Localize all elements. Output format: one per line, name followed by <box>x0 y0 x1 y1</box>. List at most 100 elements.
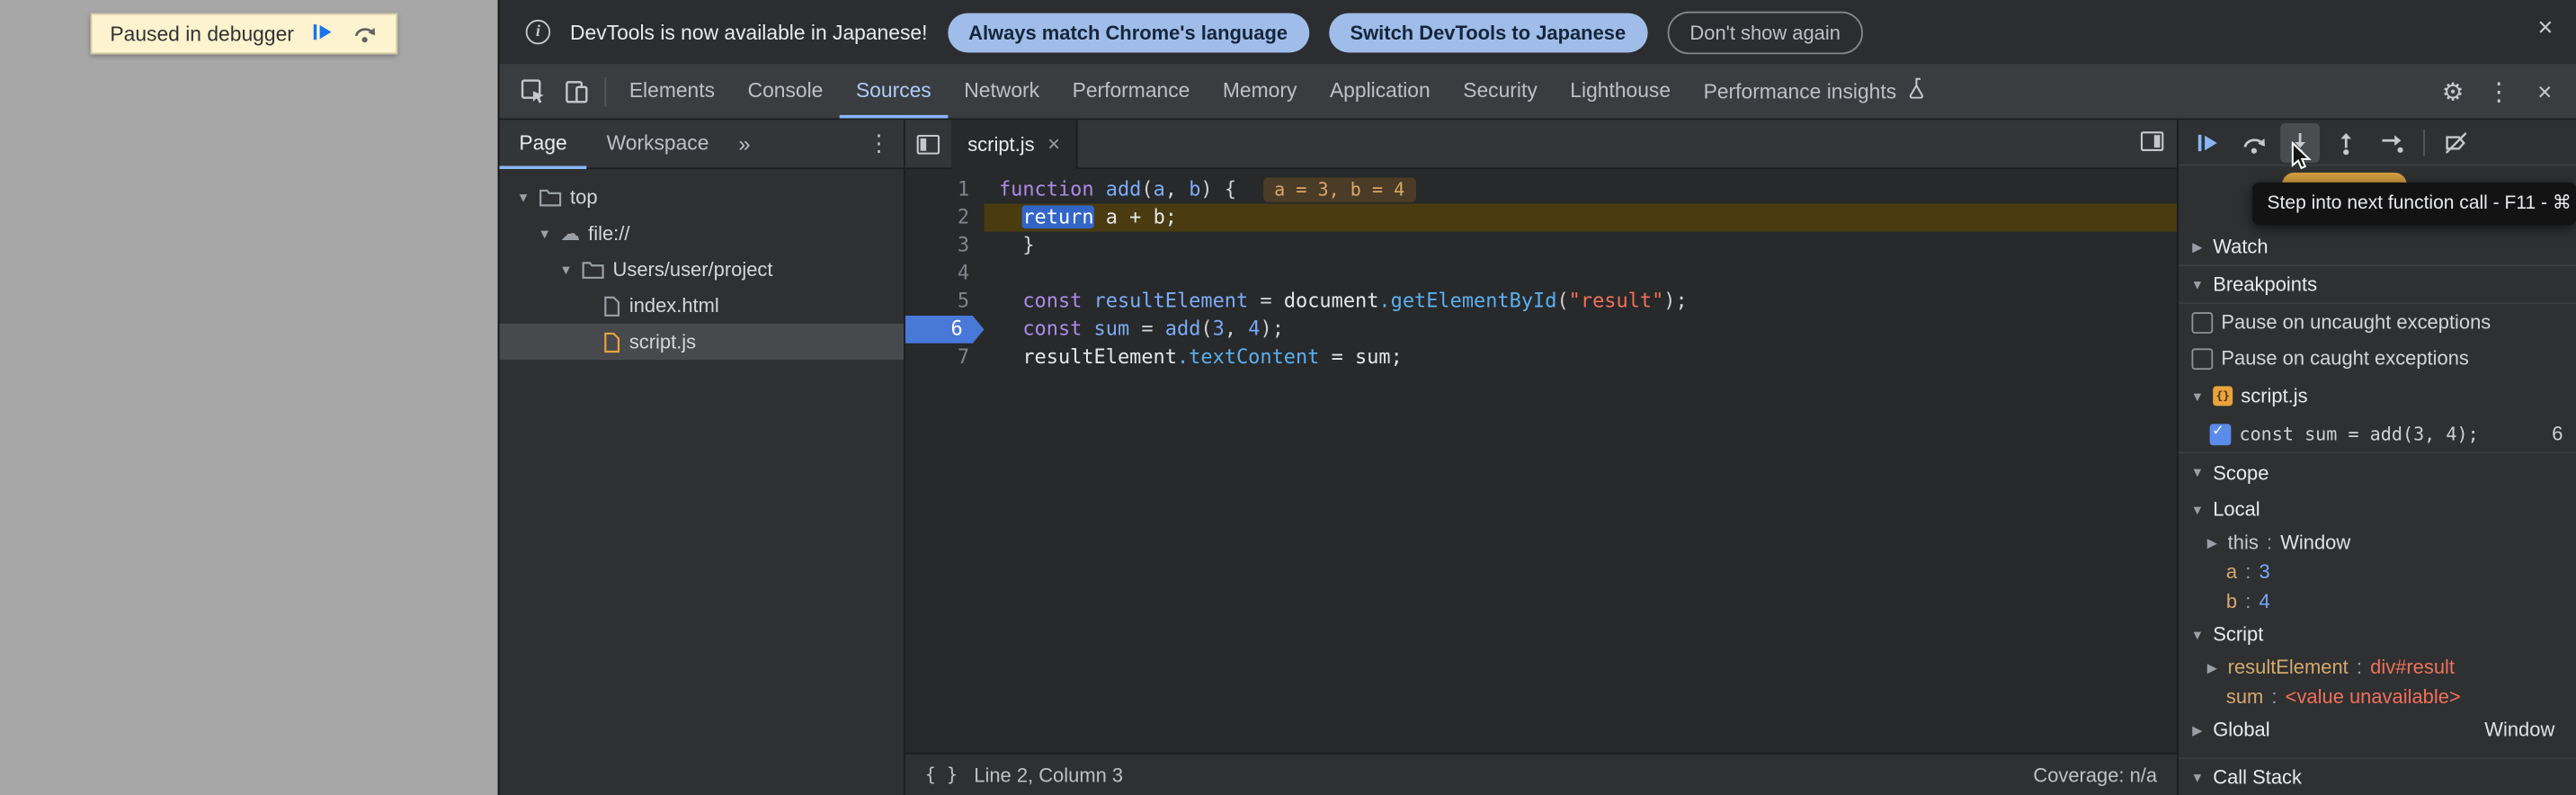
switch-devtools-japanese-button[interactable]: Switch DevTools to Japanese <box>1329 13 1647 52</box>
tree-item-label: script.js <box>629 330 696 353</box>
checkbox-unchecked[interactable] <box>2191 347 2213 369</box>
line-number[interactable]: 5 <box>905 288 985 316</box>
scope-group-global[interactable]: ▶ Global Window <box>2179 711 2576 747</box>
paused-banner-label: Paused in debugger <box>110 22 293 46</box>
token-plain: = sum; <box>1319 345 1402 369</box>
section-call-stack[interactable]: ▼ Call Stack <box>2179 757 2576 795</box>
match-chrome-language-button[interactable]: Always match Chrome's language <box>947 13 1308 52</box>
line-number[interactable]: 2 <box>905 204 985 232</box>
tab-performance-insights[interactable]: Performance insights <box>1687 66 1942 118</box>
disclosure-down-icon[interactable]: ▼ <box>2190 465 2205 479</box>
breakpoint-file-group[interactable]: ▼ {} script.js <box>2179 376 2576 415</box>
step-over-icon[interactable] <box>352 19 378 49</box>
token-property: .getElementById <box>1378 290 1556 313</box>
line-number[interactable]: 3 <box>905 232 985 260</box>
scope-entry-this[interactable]: ▶ this: Window <box>2179 528 2576 558</box>
scope-var-value: Window <box>2280 531 2350 554</box>
tab-application[interactable]: Application <box>1314 66 1447 118</box>
disclosure-down-icon[interactable]: ▼ <box>2190 770 2205 784</box>
toggle-debugger-sidebar-icon[interactable] <box>2141 131 2177 156</box>
navigator-tab-page[interactable]: Page <box>499 119 586 168</box>
section-watch[interactable]: ▶ Watch <box>2179 228 2576 266</box>
scope-var-value: div#result <box>2370 656 2455 679</box>
scope-entry-b[interactable]: b: 4 <box>2179 586 2576 616</box>
step-over-icon[interactable] <box>2234 122 2274 162</box>
devtools-close-icon[interactable]: × <box>2524 71 2567 114</box>
checkbox-unchecked[interactable] <box>2191 311 2213 333</box>
toggle-navigator-icon[interactable] <box>905 134 951 154</box>
tree-item-script-js[interactable]: script.js <box>499 324 903 360</box>
pretty-print-icon[interactable]: { } <box>925 764 958 786</box>
disclosure-down-icon[interactable]: ▼ <box>537 226 551 240</box>
tab-elements[interactable]: Elements <box>613 66 732 118</box>
disclosure-right-icon[interactable]: ▶ <box>2190 239 2205 254</box>
section-title: Watch <box>2213 235 2268 258</box>
pause-uncaught-exceptions-row[interactable]: Pause on uncaught exceptions <box>2179 304 2576 340</box>
dont-show-again-button[interactable]: Don't show again <box>1667 11 1864 54</box>
step-icon[interactable] <box>2372 122 2411 162</box>
breakpoint-marker[interactable]: 6 <box>905 316 985 344</box>
disclosure-down-icon[interactable]: ▼ <box>558 262 573 276</box>
tree-item-file-origin[interactable]: ▼ ☁ file:// <box>499 215 903 251</box>
resume-script-icon[interactable] <box>310 19 334 49</box>
devtools-toolbar: Elements Console Sources Network Perform… <box>499 66 2576 120</box>
tree-item-index-html[interactable]: index.html <box>499 288 903 324</box>
tree-item-label: index.html <box>629 294 719 317</box>
line-number[interactable]: 1 <box>905 176 985 204</box>
navigator-more-icon[interactable]: ⋮ <box>868 130 891 157</box>
pause-caught-exceptions-row[interactable]: Pause on caught exceptions <box>2179 340 2576 376</box>
tree-item-project-folder[interactable]: ▼ Users/user/project <box>499 252 903 288</box>
scope-entry-a[interactable]: a: 3 <box>2179 557 2576 586</box>
token-punct: } <box>1022 233 1034 256</box>
tree-item-label: top <box>570 185 597 209</box>
step-out-icon[interactable] <box>2326 122 2366 162</box>
tab-lighthouse[interactable]: Lighthouse <box>1554 66 1687 118</box>
scope-group-script[interactable]: ▼ Script <box>2179 616 2576 652</box>
disclosure-down-icon[interactable]: ▼ <box>2190 502 2205 516</box>
tab-console[interactable]: Console <box>731 66 839 118</box>
scope-entry-sum[interactable]: sum: <value unavailable> <box>2179 682 2576 711</box>
mouse-cursor <box>2290 141 2316 171</box>
tab-security[interactable]: Security <box>1447 66 1554 118</box>
checkbox-checked[interactable] <box>2210 424 2232 445</box>
tree-item-top[interactable]: ▼ top <box>499 179 903 215</box>
token-plain: a + b; <box>1094 205 1177 228</box>
tab-memory[interactable]: Memory <box>1207 66 1314 118</box>
disclosure-down-icon[interactable]: ▼ <box>2190 277 2205 291</box>
token-punct: , <box>1225 317 1248 341</box>
token-indent <box>999 290 1022 313</box>
controls-divider <box>2423 129 2425 155</box>
disclosure-down-icon[interactable]: ▼ <box>2190 389 2205 403</box>
scope-entry-resultelement[interactable]: ▶ resultElement: div#result <box>2179 652 2576 682</box>
settings-gear-icon[interactable]: ⚙ <box>2431 71 2474 114</box>
deactivate-breakpoints-icon[interactable] <box>2437 122 2476 162</box>
line-number[interactable]: 4 <box>905 260 985 288</box>
breakpoint-entry[interactable]: const sum = add(3, 4); 6 <box>2179 415 2576 451</box>
disclosure-right-icon[interactable]: ▶ <box>2190 722 2205 737</box>
tab-network[interactable]: Network <box>948 66 1056 118</box>
more-options-icon[interactable]: ⋮ <box>2477 71 2520 114</box>
disclosure-down-icon[interactable]: ▼ <box>2190 627 2205 641</box>
tab-close-icon[interactable]: × <box>1047 131 1060 156</box>
tab-sources[interactable]: Sources <box>840 66 948 118</box>
resume-script-icon[interactable] <box>2188 122 2228 162</box>
disclosure-down-icon[interactable]: ▼ <box>516 190 530 204</box>
editor-status-bar: { } Line 2, Column 3 Coverage: n/a <box>905 753 2177 795</box>
tab-overflow-icon[interactable]: » <box>728 131 760 156</box>
disclosure-right-icon[interactable]: ▶ <box>2205 535 2219 549</box>
scope-group-local[interactable]: ▼ Local <box>2179 491 2576 527</box>
scope-group-title: Global <box>2213 718 2269 741</box>
infobar-close-icon[interactable]: × <box>2537 16 2553 42</box>
line-number[interactable]: 7 <box>905 344 985 371</box>
disclosure-right-icon[interactable]: ▶ <box>2205 660 2219 674</box>
token-number: 3 <box>1213 317 1225 341</box>
inspect-element-icon[interactable] <box>513 71 556 114</box>
navigator-tab-workspace[interactable]: Workspace <box>587 119 729 168</box>
file-tab-script-js[interactable]: script.js × <box>951 119 1078 168</box>
file-tree: ▼ top ▼ ☁ file:// ▼ Users/user/project <box>499 169 903 360</box>
device-toolbar-icon[interactable] <box>556 71 599 114</box>
tab-performance[interactable]: Performance <box>1056 66 1206 118</box>
section-breakpoints[interactable]: ▼ Breakpoints <box>2179 266 2576 304</box>
code-editor[interactable]: 1 function add(a, b) {a = 3, b = 4 2 ret… <box>905 169 2177 753</box>
section-scope[interactable]: ▼ Scope <box>2179 451 2576 491</box>
